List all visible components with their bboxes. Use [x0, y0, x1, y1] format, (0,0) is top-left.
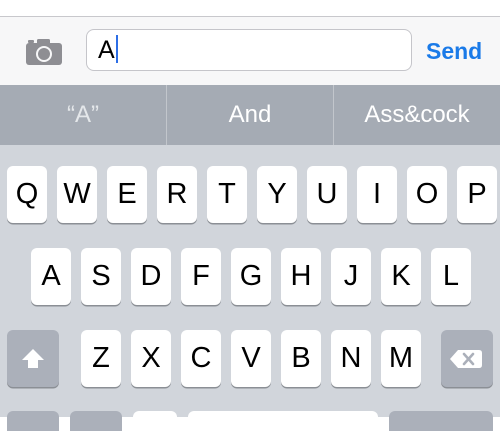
key-a[interactable]: A [31, 248, 71, 305]
suggestion-and[interactable]: And [166, 85, 333, 145]
text-caret [115, 35, 118, 64]
message-input-text: A [98, 36, 115, 64]
bottom-row-key-mic[interactable] [133, 411, 177, 431]
key-z[interactable]: Z [81, 330, 121, 387]
bottom-row-key-globe[interactable] [70, 411, 122, 431]
key-n[interactable]: N [331, 330, 371, 387]
message-input[interactable]: A [86, 29, 412, 71]
shift-key[interactable] [7, 330, 59, 387]
backspace-icon [450, 350, 482, 368]
key-v[interactable]: V [231, 330, 271, 387]
key-t[interactable]: T [207, 166, 247, 223]
key-u[interactable]: U [307, 166, 347, 223]
key-i[interactable]: I [357, 166, 397, 223]
return-key[interactable] [389, 411, 493, 431]
top-strip [0, 0, 500, 17]
key-f[interactable]: F [181, 248, 221, 305]
key-h[interactable]: H [281, 248, 321, 305]
key-y[interactable]: Y [257, 166, 297, 223]
key-s[interactable]: S [81, 248, 121, 305]
suggestion-bar: “A” And Ass&cock [0, 85, 500, 145]
key-w[interactable]: W [57, 166, 97, 223]
key-p[interactable]: P [457, 166, 497, 223]
key-m[interactable]: M [381, 330, 421, 387]
key-o[interactable]: O [407, 166, 447, 223]
shift-arrow-icon [22, 349, 44, 368]
keyboard: Q W E R T Y U I O P A S D F G H J K L Z … [0, 145, 500, 431]
key-e[interactable]: E [107, 166, 147, 223]
camera-icon[interactable] [24, 37, 64, 67]
key-l[interactable]: L [431, 248, 471, 305]
key-x[interactable]: X [131, 330, 171, 387]
compose-bar: A Send [0, 17, 500, 85]
space-bar[interactable] [188, 411, 378, 431]
key-k[interactable]: K [381, 248, 421, 305]
send-button[interactable]: Send [426, 38, 482, 65]
bottom-row-key-left[interactable] [7, 411, 59, 431]
key-d[interactable]: D [131, 248, 171, 305]
key-r[interactable]: R [157, 166, 197, 223]
suggestion-third[interactable]: Ass&cock [333, 85, 500, 145]
suggestion-typed[interactable]: “A” [0, 85, 166, 145]
key-c[interactable]: C [181, 330, 221, 387]
backspace-key[interactable] [441, 330, 493, 387]
key-g[interactable]: G [231, 248, 271, 305]
key-b[interactable]: B [281, 330, 321, 387]
key-j[interactable]: J [331, 248, 371, 305]
key-q[interactable]: Q [7, 166, 47, 223]
